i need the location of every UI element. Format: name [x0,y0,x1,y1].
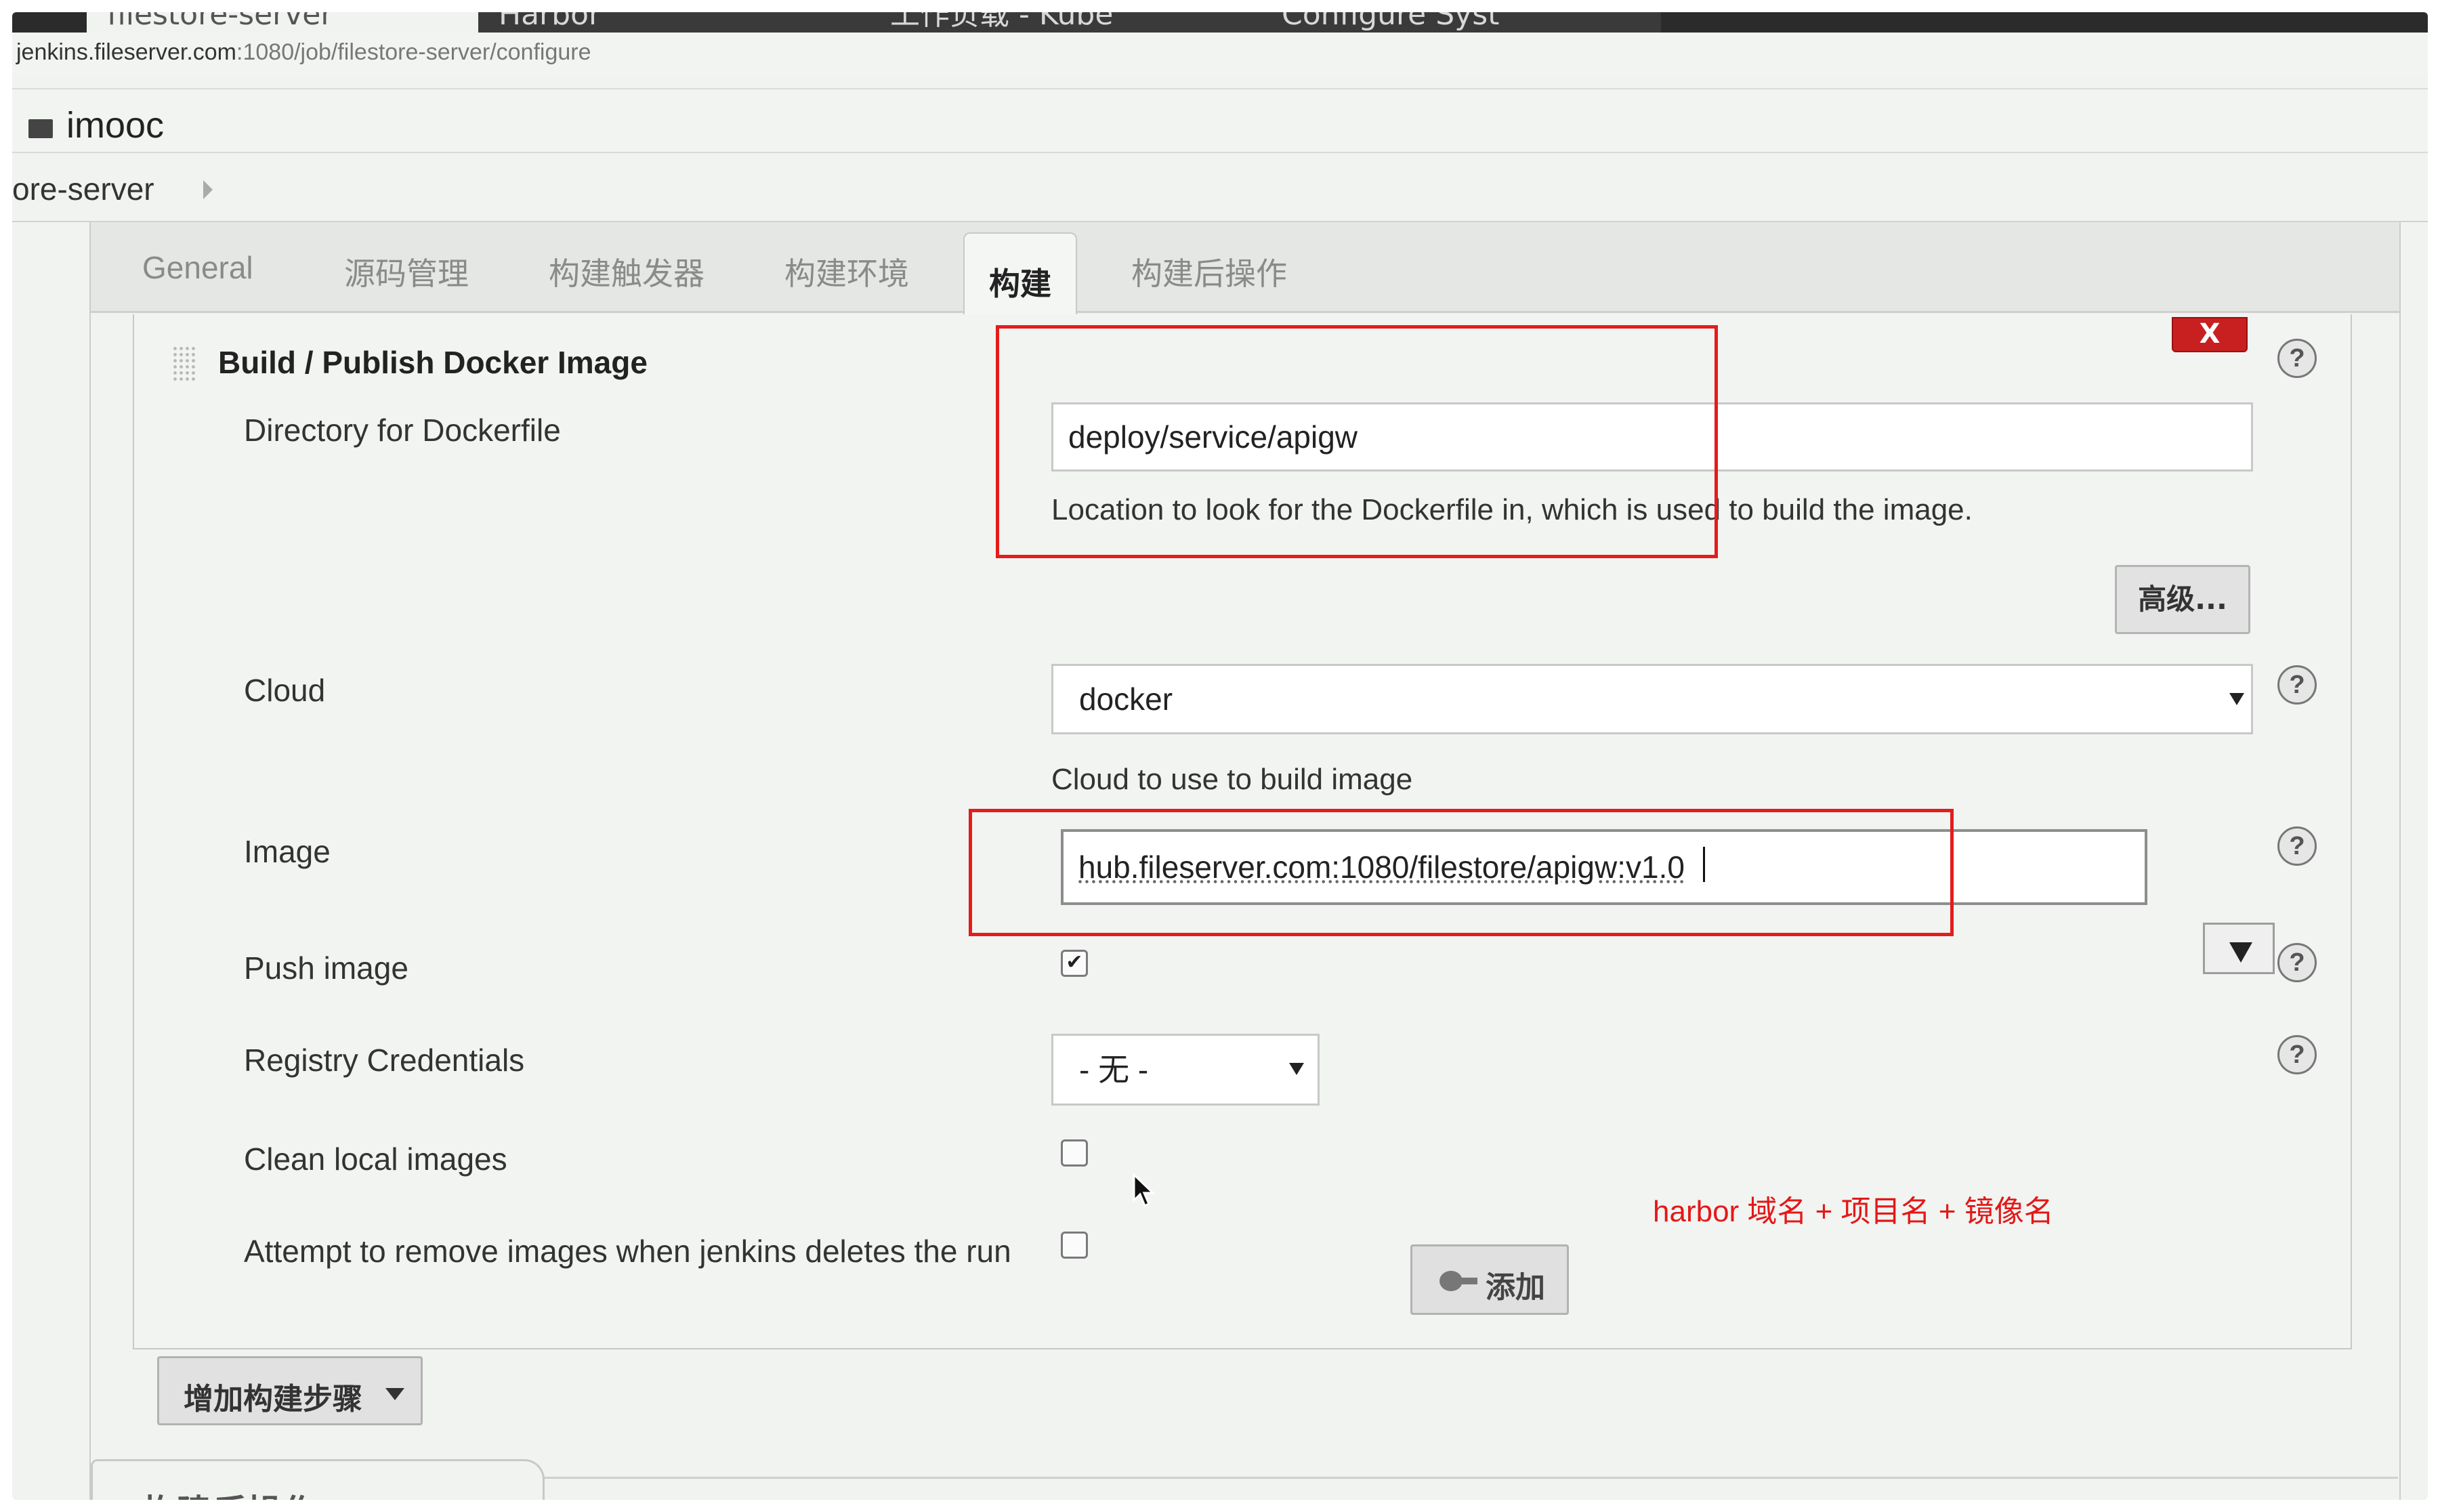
key-icon-shaft [1457,1278,1477,1284]
image-dropdown-button[interactable] [2203,923,2275,974]
mouse-cursor-icon [1133,1173,1156,1208]
registry-credentials-label: Registry Credentials [244,1043,525,1078]
browser-tab-strip: filestore-server Harbor 工作负载 - Kube Conf… [12,12,2428,33]
cloud-select[interactable]: docker [1051,664,2253,734]
breadcrumb-arrow-icon[interactable] [203,180,213,199]
config-area: General 源码管理 构建触发器 构建环境 构建 构建后操作 Build /… [89,222,2401,1500]
help-icon[interactable]: ? [2277,826,2317,866]
registry-credentials-select[interactable]: - 无 - [1051,1034,1320,1106]
url-path: :1080/job/filestore-server/configure [236,39,591,65]
url-text[interactable]: jenkins.fileserver.com:1080/job/filestor… [16,39,591,66]
browser-tab-label: 工作负载 - Kube [890,12,1114,32]
browser-tab-filestore[interactable]: filestore-server [87,12,486,33]
browser-tab-label: filestore-server [107,12,333,32]
browser-window: filestore-server Harbor 工作负载 - Kube Conf… [12,12,2428,1500]
tab-build-environment[interactable]: 构建环境 [784,249,909,294]
folder-icon [28,119,53,138]
add-credentials-button[interactable]: 添加 [1410,1244,1569,1315]
add-credentials-label: 添加 [1486,1270,1545,1305]
highlight-box-dockerfile [996,325,1718,558]
add-build-step-button[interactable]: 增加构建步骤 [157,1356,423,1425]
drag-handle-icon[interactable] [172,345,198,383]
add-build-step-label: 增加构建步骤 [184,1382,362,1416]
push-image-checkbox[interactable]: ✔ [1061,950,1088,977]
chevron-down-icon [385,1388,404,1400]
browser-tab-label: Harbor [499,12,602,32]
breadcrumb-item[interactable]: ore-server [12,171,154,207]
breadcrumb: ore-server [12,154,2428,222]
delete-step-button[interactable]: X [2172,317,2248,352]
tab-source-control[interactable]: 源码管理 [344,249,469,294]
clean-local-images-checkbox[interactable] [1061,1139,1088,1167]
triangle-down-icon [2229,942,2252,963]
browser-tab-configure[interactable]: Configure Syst [1261,12,1661,33]
dockerfile-label: Directory for Dockerfile [244,413,561,448]
browser-tab-harbor[interactable]: Harbor [478,12,878,33]
url-host: jenkins.fileserver.com [16,39,237,65]
browser-tab-label: Configure Syst [1282,12,1500,32]
highlight-box-image [969,809,1954,936]
annotation-text: harbor 域名 + 项目名 + 镜像名 [1653,1195,2054,1228]
image-label: Image [244,834,331,869]
help-icon[interactable]: ? [2277,665,2317,705]
browser-tab-kube[interactable]: 工作负载 - Kube [870,12,1269,33]
config-tab-bar: General 源码管理 构建触发器 构建环境 构建 构建后操作 [91,222,2399,342]
push-image-label: Push image [244,950,408,986]
help-icon[interactable]: ? [2277,1035,2317,1074]
header-title[interactable]: imooc [66,104,164,146]
cloud-select-value: docker [1079,681,1173,717]
chevron-down-icon [1289,1063,1304,1075]
remove-images-label: Attempt to remove images when jenkins de… [244,1234,1011,1269]
post-build-heading: 构建后操作 [142,1484,318,1500]
chevron-down-icon [2229,693,2244,705]
help-icon[interactable]: ? [2277,339,2317,378]
cloud-description: Cloud to use to build image [1051,763,1413,796]
build-step-title: Build / Publish Docker Image [218,345,648,380]
advanced-button[interactable]: 高级... [2115,565,2250,634]
jenkins-header: imooc [12,88,2428,153]
tab-post-build[interactable]: 构建后操作 [1131,249,1287,294]
tab-general[interactable]: General [142,249,253,286]
cloud-label: Cloud [244,673,326,708]
remove-images-checkbox[interactable] [1061,1232,1088,1259]
clean-local-images-label: Clean local images [244,1141,507,1177]
help-icon[interactable]: ? [2277,943,2317,982]
checkmark-icon: ✔ [1066,950,1083,974]
registry-credentials-value: - 无 - [1079,1052,1149,1087]
post-build-section-tab[interactable]: 构建后操作 [91,1459,545,1500]
tab-build-triggers[interactable]: 构建触发器 [549,249,704,294]
